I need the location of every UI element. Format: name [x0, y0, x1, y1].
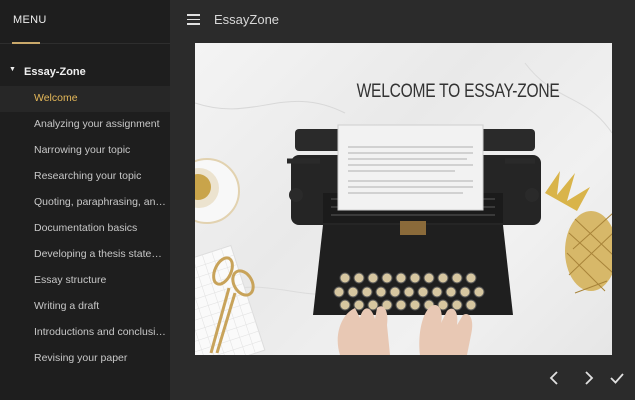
sidebar-item-documentation[interactable]: Documentation basics: [0, 216, 170, 242]
sidebar-item-label: Revising your paper: [34, 352, 128, 364]
sidebar-item-label: Analyzing your assignment: [34, 118, 160, 130]
sidebar-item-welcome[interactable]: Welcome: [0, 86, 170, 112]
sidebar-item-narrowing[interactable]: Narrowing your topic: [0, 138, 170, 164]
slide-image: WELCOME TO ESSAY-ZONE: [195, 43, 612, 355]
sidebar-item-label: Writing a draft: [34, 300, 100, 312]
sidebar-item-structure[interactable]: Essay structure: [0, 268, 170, 294]
section-essay-zone[interactable]: ▼ Essay-Zone: [0, 64, 170, 82]
menu-title: MENU: [13, 14, 47, 26]
sidebar-item-label: Welcome: [34, 92, 78, 104]
menu-underline: [12, 42, 40, 44]
prev-button[interactable]: [545, 368, 565, 388]
next-button[interactable]: [578, 368, 598, 388]
checkmark-icon: [610, 373, 624, 384]
sidebar-item-label: Narrowing your topic: [34, 144, 131, 156]
sidebar-header: MENU: [0, 0, 170, 44]
sidebar-item-label: Researching your topic: [34, 170, 142, 182]
hamburger-icon[interactable]: [187, 14, 200, 25]
sidebar-item-label: Essay structure: [34, 274, 107, 286]
sidebar: MENU ▼ Essay-Zone Welcome Analyzing your…: [0, 0, 170, 400]
topbar: EssayZone: [170, 0, 635, 40]
sidebar-item-label: Developing a thesis statem...: [34, 248, 166, 260]
section-label: Essay-Zone: [24, 66, 86, 78]
sidebar-item-revising[interactable]: Revising your paper: [0, 346, 170, 372]
sidebar-item-label: Quoting, paraphrasing, and...: [34, 196, 166, 208]
chevron-left-icon: [549, 371, 558, 385]
sidebar-item-label: Introductions and conclusio...: [34, 326, 166, 338]
sidebar-item-introductions[interactable]: Introductions and conclusio...: [0, 320, 170, 346]
chevron-right-icon: [585, 371, 594, 385]
complete-button[interactable]: [607, 368, 627, 388]
slide-title: WELCOME TO ESSAY-ZONE: [356, 81, 560, 102]
sidebar-item-label: Documentation basics: [34, 222, 138, 234]
sidebar-item-thesis[interactable]: Developing a thesis statem...: [0, 242, 170, 268]
sidebar-item-quoting[interactable]: Quoting, paraphrasing, and...: [0, 190, 170, 216]
caret-down-icon: ▼: [9, 66, 16, 73]
sidebar-item-researching[interactable]: Researching your topic: [0, 164, 170, 190]
sidebar-item-draft[interactable]: Writing a draft: [0, 294, 170, 320]
app-title: EssayZone: [214, 12, 280, 27]
sidebar-item-analyzing[interactable]: Analyzing your assignment: [0, 112, 170, 138]
